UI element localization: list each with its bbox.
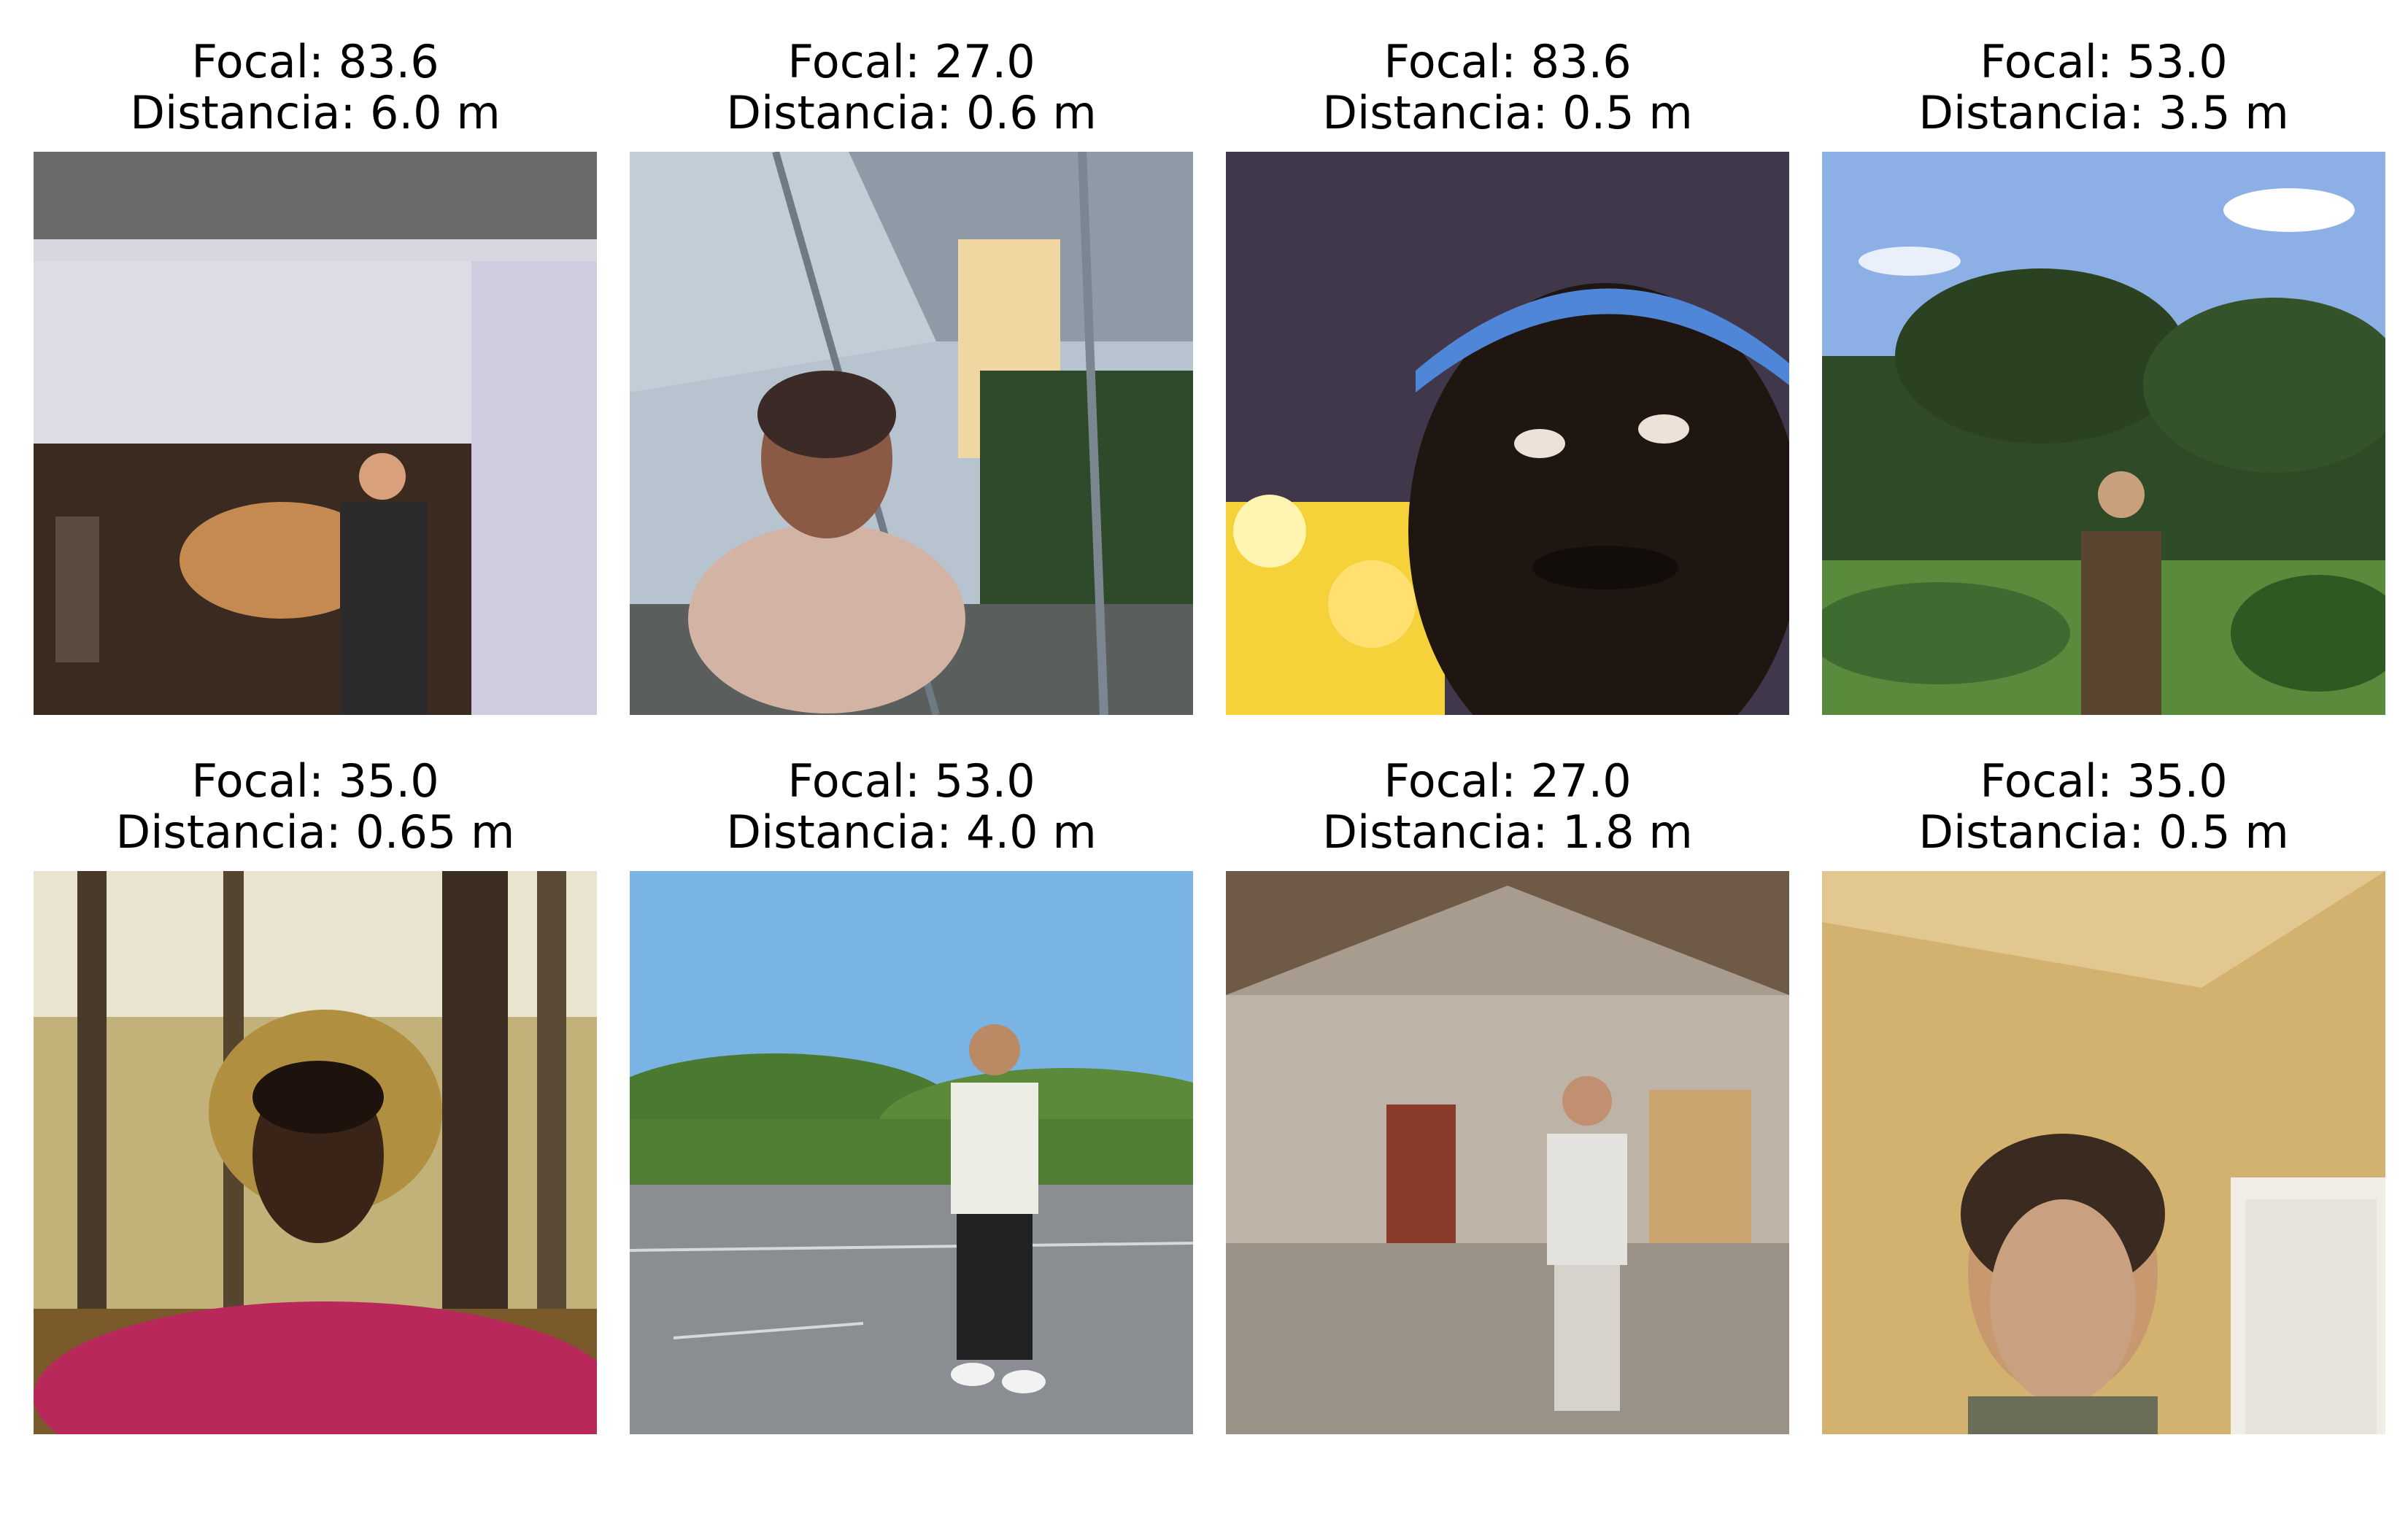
panel-6: Focal: 53.0 Distancia: 4.0 m <box>630 756 1193 1434</box>
photo-room-corner <box>1822 871 2385 1434</box>
distance-label: Distancia: 0.5 m <box>1918 805 2289 859</box>
panel-title: Focal: 35.0 Distancia: 0.5 m <box>1822 756 2385 858</box>
panel-title: Focal: 53.0 Distancia: 4.0 m <box>630 756 1193 858</box>
photo-parking-lot <box>630 871 1193 1434</box>
focal-label: Focal: 53.0 <box>787 754 1035 808</box>
photo-park <box>1822 152 2385 715</box>
focal-label: Focal: 35.0 <box>1980 754 2228 808</box>
panel-title: Focal: 35.0 Distancia: 0.65 m <box>34 756 597 858</box>
distance-label: Distancia: 1.8 m <box>1322 805 1693 859</box>
panel-4: Focal: 53.0 Distancia: 3.5 m <box>1822 36 2385 715</box>
scene-illustration <box>34 871 597 1434</box>
distance-label: Distancia: 4.0 m <box>726 805 1097 859</box>
scene-illustration <box>1822 152 2385 715</box>
focal-label: Focal: 27.0 <box>787 35 1035 88</box>
photo-greenhouse <box>630 152 1193 715</box>
panel-title: Focal: 27.0 Distancia: 1.8 m <box>1226 756 1789 858</box>
focal-label: Focal: 83.6 <box>191 35 439 88</box>
scene-illustration <box>1226 871 1789 1434</box>
panel-3: Focal: 83.6 Distancia: 0.5 m <box>1226 36 1789 715</box>
distance-label: Distancia: 3.5 m <box>1918 86 2289 139</box>
distance-label: Distancia: 0.5 m <box>1322 86 1693 139</box>
focal-label: Focal: 53.0 <box>1980 35 2228 88</box>
panel-8: Focal: 35.0 Distancia: 0.5 m <box>1822 756 2385 1434</box>
panel-5: Focal: 35.0 Distancia: 0.65 m <box>34 756 597 1434</box>
panel-1: Focal: 83.6 Distancia: 6.0 m <box>34 36 597 715</box>
photo-indoor-lobby <box>34 152 597 715</box>
scene-illustration <box>34 152 597 715</box>
scene-illustration <box>630 871 1193 1434</box>
photo-autumn-forest <box>34 871 597 1434</box>
panel-7: Focal: 27.0 Distancia: 1.8 m <box>1226 756 1789 1434</box>
panel-title: Focal: 53.0 Distancia: 3.5 m <box>1822 36 2385 139</box>
panel-title: Focal: 83.6 Distancia: 0.5 m <box>1226 36 1789 139</box>
photo-barn <box>1226 871 1789 1434</box>
focal-label: Focal: 27.0 <box>1384 754 1632 808</box>
distance-label: Distancia: 6.0 m <box>130 86 501 139</box>
photo-night-city <box>1226 152 1789 715</box>
panel-title: Focal: 27.0 Distancia: 0.6 m <box>630 36 1193 139</box>
scene-illustration <box>630 152 1193 715</box>
distance-label: Distancia: 0.6 m <box>726 86 1097 139</box>
scene-illustration <box>1226 152 1789 715</box>
panel-2: Focal: 27.0 Distancia: 0.6 m <box>630 36 1193 715</box>
panel-title: Focal: 83.6 Distancia: 6.0 m <box>34 36 597 139</box>
focal-label: Focal: 83.6 <box>1384 35 1632 88</box>
scene-illustration <box>1822 871 2385 1434</box>
distance-label: Distancia: 0.65 m <box>115 805 515 859</box>
focal-label: Focal: 35.0 <box>191 754 439 808</box>
